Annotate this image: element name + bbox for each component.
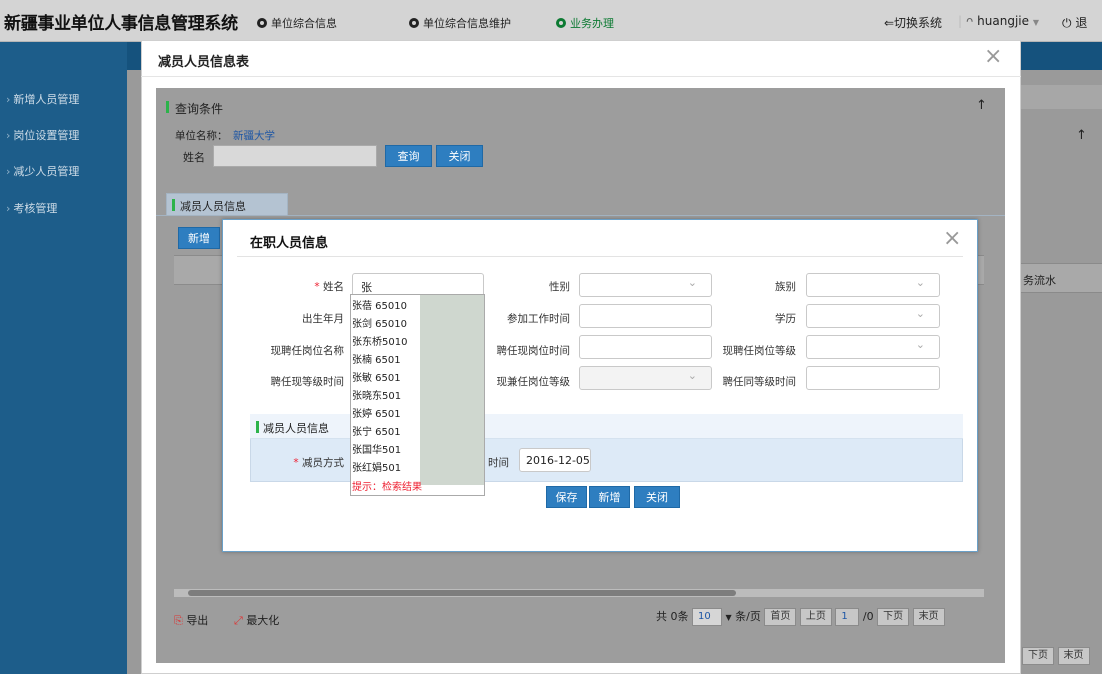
concurrent-level-select[interactable] <box>579 366 712 390</box>
gear-icon <box>257 18 267 28</box>
same-level-time-label: 聘任同等级时间 <box>722 376 797 388</box>
sidebar-item-post-settings[interactable]: 岗位设置管理 <box>0 127 127 143</box>
list-item[interactable]: 张楠 6501 <box>352 351 424 366</box>
search-hint: 提示：检索结果 <box>352 482 422 493</box>
modal-title: 在职人员信息 <box>250 236 329 251</box>
current-post-label: 现聘任岗位名称 <box>270 345 345 357</box>
education-select[interactable] <box>806 304 940 328</box>
gear-icon <box>409 18 419 28</box>
list-item[interactable]: 张晓东501 <box>352 387 424 402</box>
next-page-button[interactable]: 下页 <box>877 608 910 626</box>
concurrent-level-label: 现兼任岗位等级 <box>496 376 571 388</box>
list-item[interactable]: 张东桥5010 <box>352 333 424 348</box>
reduce-info-title: 减员人员信息 <box>263 422 329 435</box>
maximize-button[interactable]: ⤢ 最大化 <box>234 612 279 628</box>
last-page-button[interactable]: 末页 <box>912 608 945 626</box>
name-input-value: 张 <box>361 281 372 294</box>
time-input-value: 2016-12-05 <box>526 454 590 467</box>
divider: | <box>958 14 963 28</box>
close-icon[interactable]: × <box>984 46 1002 68</box>
name-label: 姓名 <box>183 151 205 164</box>
page-number-input[interactable]: 1 <box>835 608 860 626</box>
list-item[interactable]: 张剑 65010 <box>352 315 424 330</box>
close-icon[interactable]: × <box>943 228 961 250</box>
list-item[interactable]: 张宁 6501 <box>352 423 424 438</box>
scrollbar-thumb[interactable] <box>188 590 736 596</box>
nav-business[interactable]: 业务办理 <box>556 15 614 31</box>
work-start-label: 参加工作时间 <box>507 313 570 325</box>
power-icon: ⏻ <box>1062 16 1072 30</box>
sidebar-item-reduce-staff[interactable]: 减少人员管理 <box>0 163 127 179</box>
sidebar-item-assessment[interactable]: 考核管理 <box>0 200 127 216</box>
reduce-method-label: * 减员方式 <box>293 457 344 469</box>
add-button[interactable]: 新增 <box>589 486 630 508</box>
modal-title: 减员人员信息表 <box>158 55 250 70</box>
query-section-title: 查询条件 <box>175 102 224 116</box>
query-button[interactable]: 查询 <box>385 145 432 167</box>
pager-total: 共 0条 <box>656 610 689 623</box>
first-page-button[interactable]: 首页 <box>764 608 797 626</box>
current-post-level-label: 现聘任岗位等级 <box>722 345 797 357</box>
gear-icon <box>556 18 566 28</box>
pager: 共 0条 10 ▼ 条/页 首页 上页 1 /0 下页 末页 <box>656 608 945 626</box>
per-page-label: 条/页 <box>735 610 761 623</box>
list-item[interactable]: 张蓓 65010 <box>352 297 424 312</box>
education-label: 学历 <box>775 313 796 325</box>
page-size-select[interactable]: 10 <box>692 608 722 626</box>
list-item[interactable]: 张国华501 <box>352 441 424 456</box>
same-level-time-input[interactable] <box>806 366 940 390</box>
gender-label: 性别 <box>549 281 570 293</box>
divider <box>141 76 1021 77</box>
chevron-down-icon: ▼ <box>725 613 732 622</box>
bg-pager: 下页 末页 <box>1022 647 1090 665</box>
bg-last-page[interactable]: 末页 <box>1057 647 1090 665</box>
name-field-label: * 姓名 <box>314 281 344 293</box>
list-item[interactable]: 张红娟501 <box>352 459 424 474</box>
chevron-down-icon: ▼ <box>1032 18 1039 27</box>
current-post-time-input[interactable] <box>579 335 712 359</box>
close-button[interactable]: 关闭 <box>436 145 483 167</box>
name-search-input[interactable] <box>213 145 377 167</box>
ethnicity-label: 族别 <box>775 281 796 293</box>
bg-panel <box>1021 85 1102 109</box>
bg-flow-header: 务流水 <box>1023 274 1056 287</box>
page-count: /0 <box>862 610 874 623</box>
logout-link[interactable]: ⏻ 退 <box>1062 14 1087 31</box>
export-button[interactable]: ⎘ 导出 <box>174 612 208 628</box>
collapse-arrow-icon[interactable]: ↑ <box>976 98 987 113</box>
current-post-time-label: 聘任现岗位时间 <box>496 345 571 357</box>
user-icon: ᴖ <box>966 14 974 28</box>
tab-label: 减员人员信息 <box>180 200 246 213</box>
birth-label: 出生年月 <box>302 313 344 325</box>
app-title: 新疆事业单位人事信息管理系统 <box>4 14 238 34</box>
redacted-area <box>420 295 484 485</box>
list-item[interactable]: 张婷 6501 <box>352 405 424 420</box>
close-button[interactable]: 关闭 <box>634 486 680 508</box>
add-button[interactable]: 新增 <box>178 227 220 249</box>
section-marker <box>172 199 175 211</box>
unit-name-value: 新疆大学 <box>233 130 275 142</box>
maximize-icon: ⤢ <box>234 614 243 627</box>
nav-unit-info[interactable]: 单位综合信息 <box>257 15 337 31</box>
save-button[interactable]: 保存 <box>546 486 587 508</box>
section-marker <box>256 421 259 433</box>
user-menu[interactable]: ᴖ huangjie ▼ <box>966 14 1039 28</box>
current-level-time-label: 聘任现等级时间 <box>270 376 345 388</box>
sidebar-item-add-staff[interactable]: 新增人员管理 <box>0 91 127 107</box>
time-label: 时间 <box>488 457 509 469</box>
collapse-arrow-icon[interactable]: ↑ <box>1076 128 1087 143</box>
bg-next-page[interactable]: 下页 <box>1022 647 1054 665</box>
export-icon: ⎘ <box>174 614 183 627</box>
ethnicity-select[interactable] <box>806 273 940 297</box>
gender-select[interactable] <box>579 273 712 297</box>
work-start-input[interactable] <box>579 304 712 328</box>
switch-system-link[interactable]: ⇐切换系统 <box>884 14 942 31</box>
unit-name-label: 单位名称： <box>175 130 228 142</box>
list-item[interactable]: 张敏 6501 <box>352 369 424 384</box>
nav-unit-info-maintenance[interactable]: 单位综合信息维护 <box>409 15 511 31</box>
divider <box>237 256 963 257</box>
current-post-level-select[interactable] <box>806 335 940 359</box>
prev-page-button[interactable]: 上页 <box>799 608 832 626</box>
section-marker <box>166 101 169 113</box>
